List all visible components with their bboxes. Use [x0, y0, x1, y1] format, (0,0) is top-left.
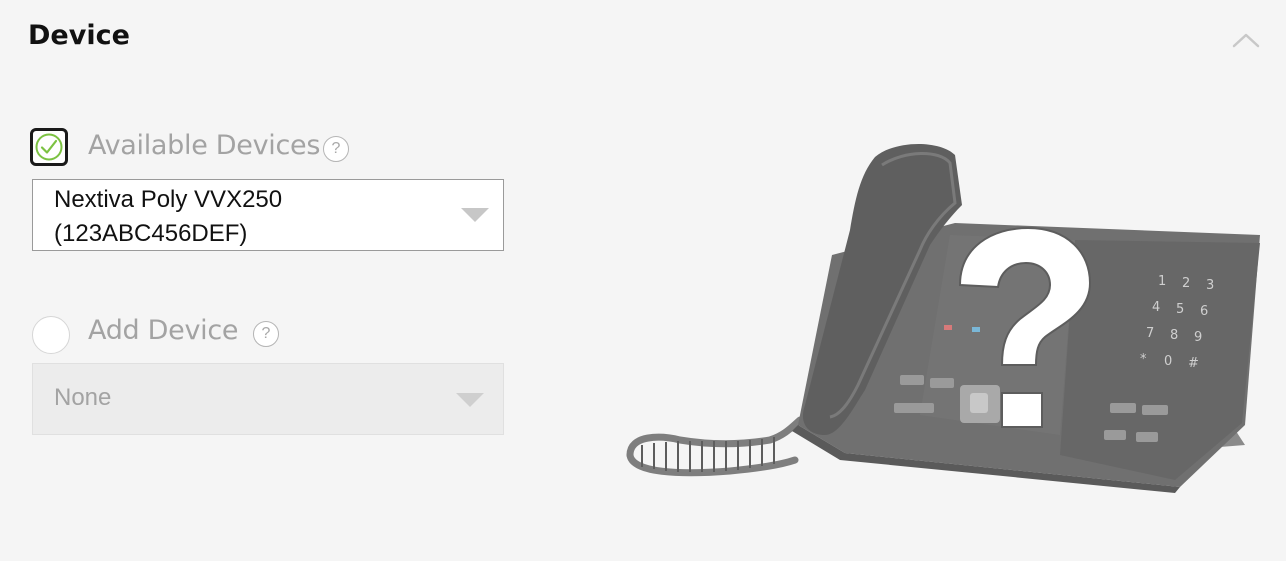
svg-text:#: # [1188, 356, 1199, 371]
svg-text:8: 8 [1170, 328, 1178, 343]
svg-text:*: * [1140, 352, 1147, 367]
question-circle-icon[interactable]: ? [253, 321, 279, 347]
checkmark-icon [35, 133, 63, 161]
svg-text:7: 7 [1146, 326, 1154, 341]
chevron-up-icon [1232, 33, 1260, 48]
desk-phone-question-illustration: 1 2 3 4 5 6 7 8 9 * 0 # [620, 135, 1265, 495]
svg-text:3: 3 [1206, 278, 1214, 293]
available-devices-select[interactable]: Nextiva Poly VVX250 (123ABC456DEF) [32, 179, 504, 251]
available-devices-checkbox[interactable] [30, 128, 68, 166]
available-devices-label: Available Devices [88, 130, 321, 161]
add-device-radio[interactable] [32, 316, 70, 354]
svg-text:9: 9 [1194, 330, 1202, 345]
selected-device-mac: (123ABC456DEF) [54, 220, 248, 247]
device-section: Device Available Devices ? Nextiva Poly … [0, 0, 1286, 561]
svg-text:0: 0 [1164, 354, 1172, 369]
svg-text:5: 5 [1176, 302, 1184, 317]
add-device-label: Add Device [88, 315, 239, 346]
svg-text:4: 4 [1152, 300, 1160, 315]
collapse-toggle-button[interactable] [1226, 24, 1266, 56]
selected-device-name: Nextiva Poly VVX250 [54, 186, 283, 213]
section-title: Device [28, 20, 130, 51]
add-device-select[interactable]: None [32, 363, 504, 435]
question-circle-icon[interactable]: ? [323, 136, 349, 162]
svg-text:2: 2 [1182, 276, 1190, 291]
caret-down-icon [461, 208, 489, 222]
desk-phone-icon: 1 2 3 4 5 6 7 8 9 * 0 # [626, 143, 1260, 493]
svg-text:6: 6 [1200, 304, 1208, 319]
caret-down-icon [456, 393, 484, 407]
svg-text:1: 1 [1158, 274, 1166, 289]
available-devices-selected-value: Nextiva Poly VVX250 (123ABC456DEF) [54, 183, 434, 251]
add-device-selected-value: None [54, 384, 112, 411]
